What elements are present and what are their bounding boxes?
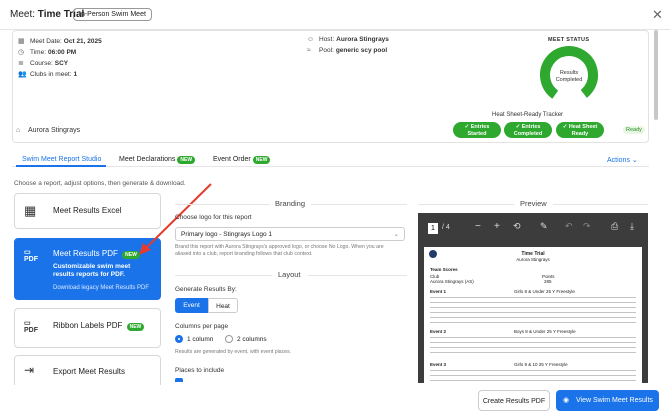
close-icon[interactable]: ✕ (652, 7, 663, 23)
report-export-meet-results[interactable]: ⇥ Export Meet Results (14, 355, 161, 385)
pdf-icon: ▭ PDF (24, 249, 38, 263)
page-count: / 4 (442, 224, 450, 231)
pdf-preview[interactable]: 1 / 4 − + ⟲ ✎ ↶ ↷ ⎙ ⤓ Time Trial Aurora … (418, 213, 648, 383)
tracker-step-entries-completed: ✓ Entries Completed (504, 122, 552, 138)
page-number-input[interactable]: 1 (428, 223, 438, 234)
divider (553, 204, 648, 205)
scrollbar[interactable] (654, 30, 658, 120)
zoom-out-icon[interactable]: − (475, 221, 481, 232)
chevron-down-icon: ⌄ (393, 231, 399, 238)
gauge-label-2: Completed (556, 77, 583, 83)
event-3-rows (430, 367, 636, 383)
radio-2-columns[interactable]: 2 columns (225, 335, 267, 343)
tab-event-order[interactable]: Event Order NEW (213, 156, 271, 164)
logo-select[interactable]: Primary logo - Stingrays Logo 1 ⌄ (175, 227, 405, 241)
meet-pool: ≈ Pool: generic scy pool (307, 46, 388, 54)
meet-course: ≣ Course: SCY (18, 59, 69, 68)
download-icon[interactable]: ⤓ (630, 221, 634, 232)
export-icon: ⇥ (24, 363, 35, 377)
doc-subtitle: Aurora Stingrays (516, 257, 550, 262)
meet-date: ▦ Meet Date: Oct 21, 2025 (18, 37, 102, 46)
eye-icon: ◉ (563, 397, 570, 404)
preview-title: Preview (520, 199, 547, 208)
meet-status-title: MEET STATUS (548, 37, 590, 43)
print-icon[interactable]: ⎙ (611, 221, 618, 232)
places-label: Places to include (175, 367, 225, 374)
undo-icon[interactable]: ↶ (565, 221, 573, 232)
divider (418, 204, 514, 205)
columns-label: Columns per page (175, 323, 229, 330)
zoom-in-icon[interactable]: + (494, 221, 500, 232)
tab-meet-declarations[interactable]: Meet Declarations NEW (119, 156, 196, 164)
layout-title: Layout (278, 270, 301, 279)
pdf-icon: ▭ PDF (24, 320, 38, 334)
people-icon: 👥 (18, 71, 27, 78)
ready-badge: Ready (623, 126, 645, 134)
chevron-down-icon: ⌄ (631, 157, 638, 164)
columns-help: Results are generated by event, with eve… (175, 349, 292, 355)
new-badge: NEW (126, 323, 145, 331)
meet-clubs: 👥 Clubs in meet: 1 (18, 70, 78, 79)
event-2-rows (430, 334, 636, 356)
calendar-icon: ▦ (18, 38, 25, 45)
places-checkbox[interactable] (175, 378, 183, 382)
report-title: Ribbon Labels PDF NEW (53, 321, 145, 331)
annotate-icon[interactable]: ✎ (540, 221, 548, 232)
club-row: Aurora Stingrays (AS) (430, 279, 474, 284)
club-name: ⌂ Aurora Stingrays (16, 126, 81, 134)
clock-icon: ◷ (18, 49, 25, 56)
gauge-label-1: Results (560, 70, 579, 76)
divider (175, 204, 270, 205)
radio-indicator (225, 335, 233, 343)
legacy-pdf-link[interactable]: Download legacy Meet Results PDF (53, 285, 149, 291)
divider (311, 204, 407, 205)
report-title: Meet Results PDF NEW (53, 249, 140, 259)
modal-header: Meet: Time Trial In-Person Swim Meet ✕ (0, 0, 670, 30)
branding-title: Branding (275, 199, 306, 208)
new-badge: NEW (252, 156, 271, 164)
status-gauge: Results Completed (540, 46, 598, 104)
divider (175, 275, 272, 276)
active-tab-indicator (16, 165, 106, 167)
meet-host: ☺ Host: Aurora Stingrays (307, 35, 389, 43)
option-event[interactable]: Event (175, 298, 208, 313)
pdf-page: Time Trial Aurora Stingrays Team Scores … (424, 247, 642, 383)
spreadsheet-icon: ▦ (24, 203, 37, 218)
radio-1-column[interactable]: 1 column (175, 335, 213, 343)
tracker-step-entries-started: ✓ Entries Started (453, 122, 501, 138)
rotate-icon[interactable]: ⟲ (513, 221, 521, 232)
view-swim-meet-results-button[interactable]: ◉ View Swim Meet Results (556, 390, 659, 411)
swimmer-icon: ≈ (307, 46, 311, 54)
create-results-pdf-button[interactable]: Create Results PDF (478, 390, 550, 411)
event-1-rows (430, 294, 636, 324)
option-heat[interactable]: Heat (208, 298, 238, 313)
meet-time: ◷ Time: 06:00 PM (18, 48, 77, 57)
radio-indicator (175, 335, 183, 343)
new-badge: NEW (177, 156, 196, 164)
tracker-title: Heat Sheet-Ready Tracker (492, 112, 564, 118)
home-icon: ⌂ (16, 126, 21, 134)
divider (308, 275, 407, 276)
points-row: 285 (544, 279, 552, 284)
actions-menu[interactable]: Actions ⌄ (607, 156, 638, 164)
report-ribbon-labels-pdf[interactable]: ▭ PDF Ribbon Labels PDF NEW (14, 308, 161, 348)
report-description: Customizable swim meet results reports fo… (53, 263, 131, 278)
tracker-step-heat-sheet-ready: ✓ Heat Sheet Ready (556, 122, 604, 138)
generate-by-label: Generate Results By: (175, 286, 237, 293)
branding-help: Brand this report with Aurora Stingrays'… (175, 244, 384, 257)
tab-report-studio[interactable]: Swim Meet Report Studio (22, 156, 101, 163)
logo-label: Choose logo for this report (175, 214, 252, 221)
pdf-toolbar: 1 / 4 − + ⟲ ✎ ↶ ↷ ⎙ ⤓ (418, 213, 648, 244)
redo-icon[interactable]: ↷ (583, 221, 591, 232)
tab-divider (12, 166, 649, 167)
meet-type-chip: In-Person Swim Meet (73, 8, 152, 21)
person-icon: ☺ (307, 35, 315, 43)
lanes-icon: ≣ (18, 60, 24, 67)
team-scores: Team Scores (430, 267, 458, 272)
